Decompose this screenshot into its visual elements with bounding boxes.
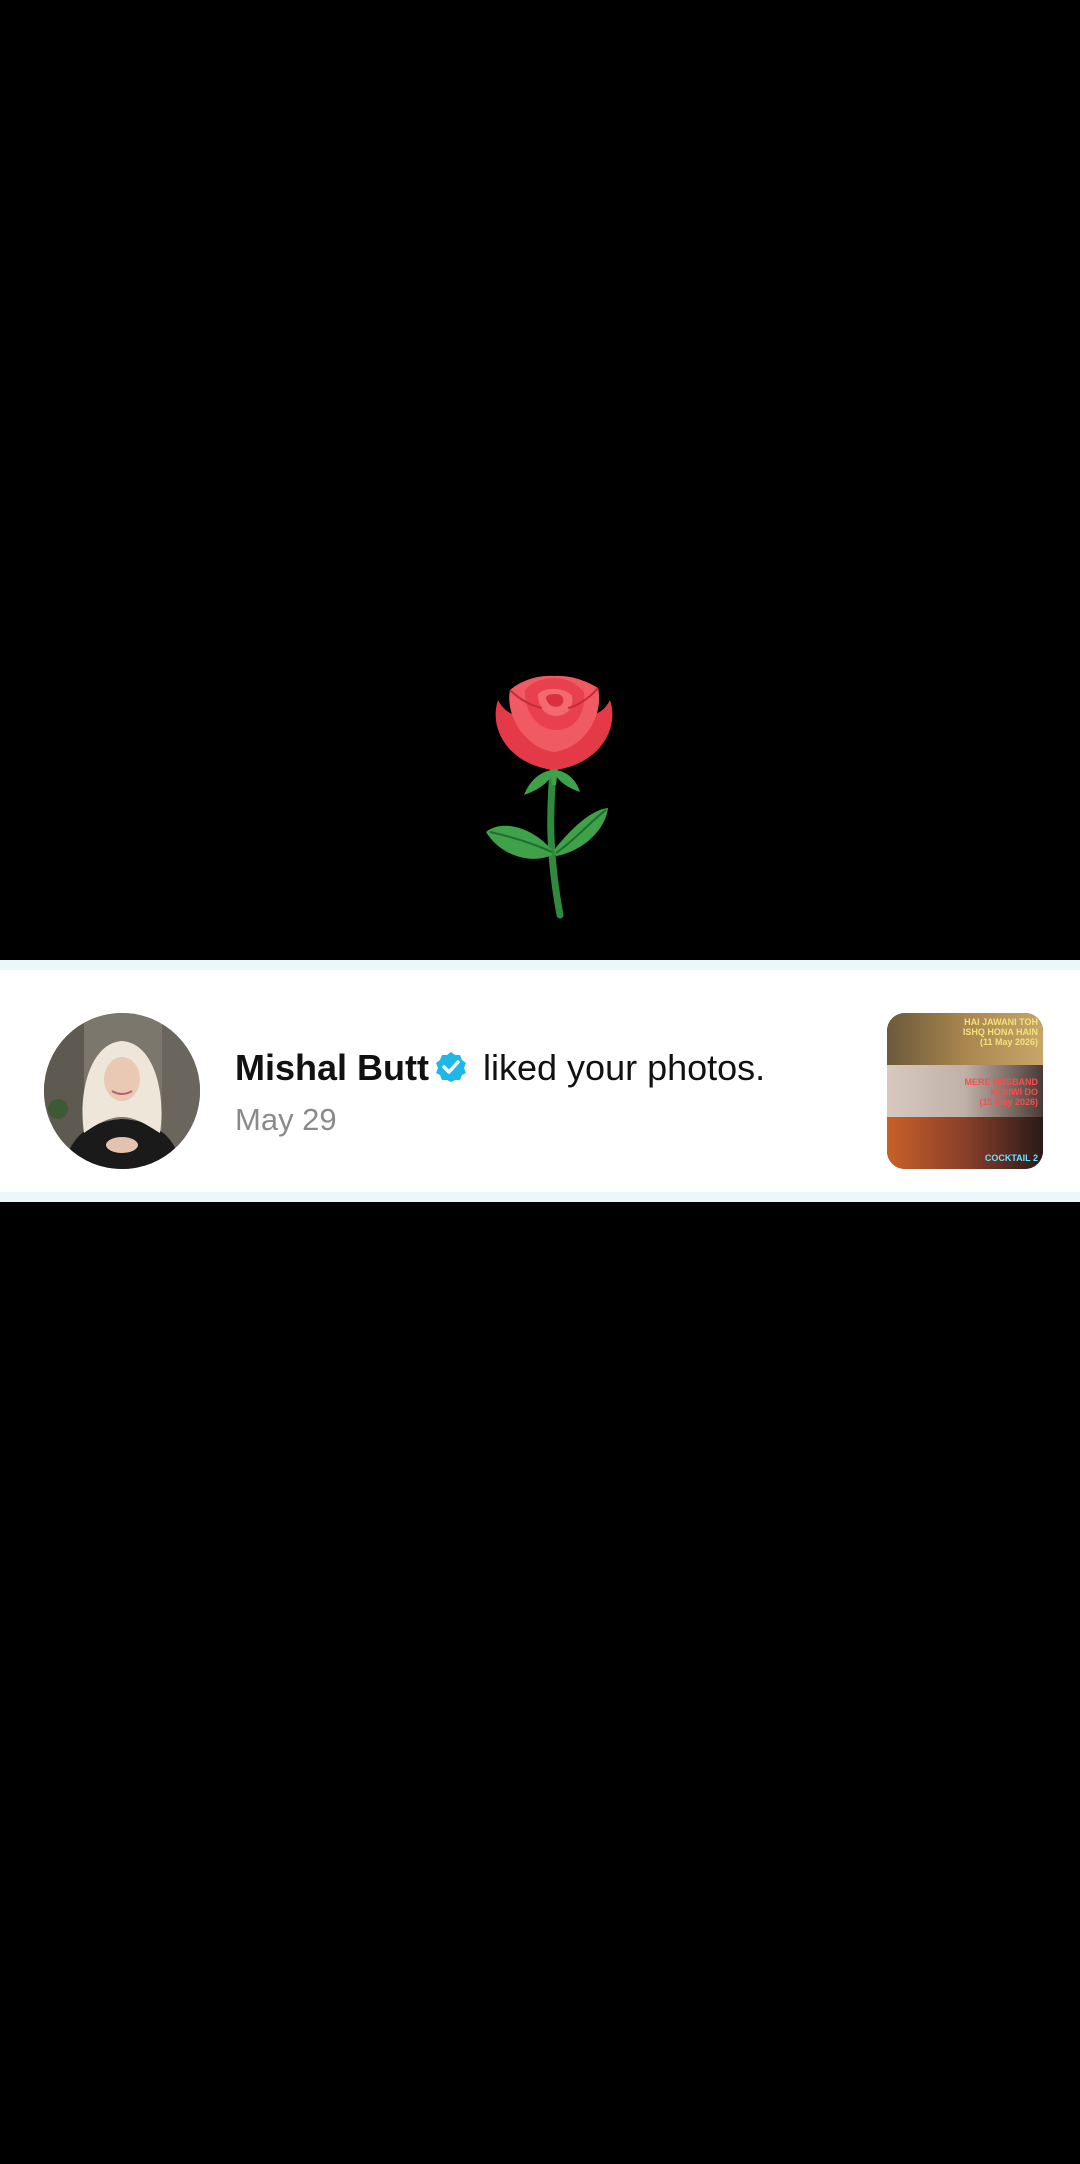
avatar-photo-icon <box>44 1013 200 1169</box>
verified-badge-icon <box>436 1052 466 1083</box>
notification-date: May 29 <box>235 1102 337 1137</box>
rose-emoji-icon <box>486 675 613 919</box>
notification-text: Mishal Butt liked your photos. <box>235 1046 765 1090</box>
like-notification-card[interactable]: Mishal Butt liked your photos. May 29 HA… <box>0 960 1080 1202</box>
thumbnail-caption: HAI JAWANI TOH ISHQ HONA HAIN (11 May 20… <box>962 1017 1038 1047</box>
thumbnail-caption: MERE HUSBAND KI BIWI DO (15 May 2026) <box>964 1077 1038 1107</box>
thumbnail-panel: COCKTAIL 2 <box>887 1117 1043 1169</box>
avatar[interactable] <box>44 1013 200 1169</box>
liked-photos-thumbnail[interactable]: HAI JAWANI TOH ISHQ HONA HAIN (11 May 20… <box>887 1013 1043 1169</box>
username[interactable]: Mishal Butt <box>235 1047 429 1088</box>
thumbnail-panel: HAI JAWANI TOH ISHQ HONA HAIN (11 May 20… <box>887 1013 1043 1065</box>
thumbnail-caption: COCKTAIL 2 <box>984 1153 1038 1163</box>
thumbnail-panel: MERE HUSBAND KI BIWI DO (15 May 2026) <box>887 1065 1043 1117</box>
screen: Mishal Butt liked your photos. May 29 HA… <box>0 0 1080 2164</box>
notification-action: liked your photos. <box>473 1047 766 1088</box>
